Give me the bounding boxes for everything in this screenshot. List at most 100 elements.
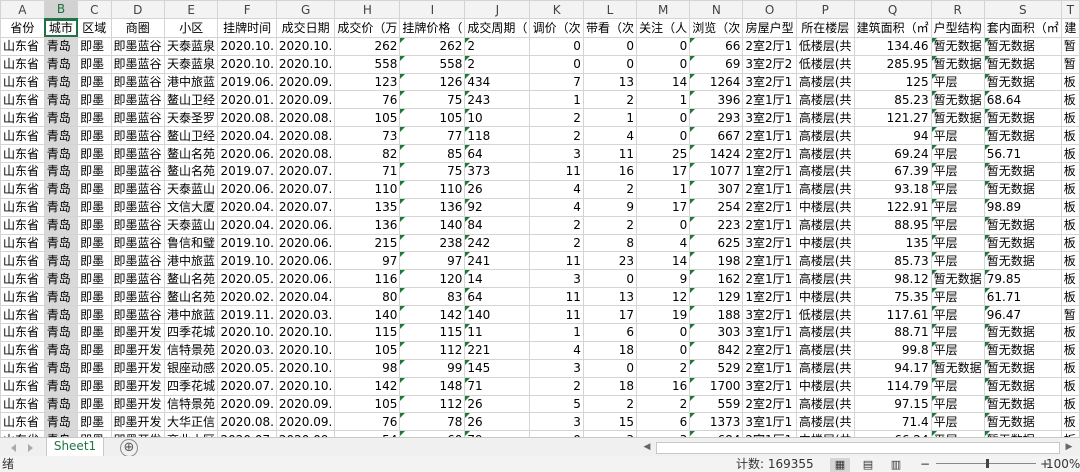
table-cell[interactable]: 2室2厅1 — [742, 340, 797, 360]
table-cell[interactable]: 64 — [464, 144, 531, 164]
table-cell[interactable]: 板 — [1060, 376, 1080, 396]
header-cell[interactable]: 浏览（次 — [689, 18, 744, 38]
table-cell[interactable]: 即墨 — [77, 358, 112, 378]
table-cell[interactable]: 平层 — [930, 162, 985, 181]
header-cell[interactable]: 所在楼层 — [795, 18, 855, 38]
column-header-j[interactable]: J — [464, 0, 531, 20]
table-cell[interactable]: 青岛 — [43, 376, 79, 396]
table-cell[interactable]: 142 — [334, 376, 401, 396]
table-cell[interactable]: 13 — [582, 72, 638, 92]
table-cell[interactable]: 高楼层(共 — [795, 412, 855, 432]
table-cell[interactable]: 高楼层(共 — [795, 144, 855, 164]
table-cell[interactable]: 天泰蓝泉 — [163, 54, 219, 74]
table-cell[interactable]: 2020.08. — [275, 126, 336, 146]
table-cell[interactable]: 12 — [636, 287, 691, 307]
table-cell[interactable]: 0 — [636, 215, 691, 235]
table-cell[interactable]: 68.64 — [983, 90, 1062, 110]
column-header-e[interactable]: E — [163, 0, 219, 20]
table-cell[interactable]: 即墨蓝谷 — [110, 251, 165, 271]
table-cell[interactable]: 223 — [689, 215, 744, 235]
table-cell[interactable]: 高楼层(共 — [795, 162, 855, 181]
table-cell[interactable]: 0 — [636, 108, 691, 128]
table-cell[interactable]: 2020.08. — [217, 108, 277, 128]
table-cell[interactable]: 123 — [334, 72, 401, 92]
table-cell[interactable]: 即墨蓝谷 — [110, 108, 165, 128]
add-sheet-button[interactable]: ⊕ — [120, 439, 138, 457]
table-cell[interactable]: 即墨 — [77, 233, 112, 253]
table-cell[interactable]: 青岛 — [43, 323, 79, 342]
table-cell[interactable]: 暂无数据 — [983, 251, 1062, 271]
table-cell[interactable]: 3室2厅1 — [742, 376, 797, 396]
table-cell[interactable]: 青岛 — [43, 358, 79, 378]
table-cell[interactable]: 136 — [399, 197, 466, 217]
table-cell[interactable]: 青岛 — [43, 126, 79, 146]
table-cell[interactable]: 105 — [334, 108, 401, 128]
table-cell[interactable]: 山东省 — [0, 358, 45, 378]
table-cell[interactable]: 暂无数据 — [983, 376, 1062, 396]
table-cell[interactable]: 1 — [636, 179, 691, 199]
table-cell[interactable]: 低楼层(共 — [795, 36, 855, 56]
table-cell[interactable]: 110 — [334, 179, 401, 199]
table-cell[interactable]: 即墨 — [77, 394, 112, 414]
table-cell[interactable]: 平层 — [930, 340, 985, 360]
table-cell[interactable]: 198 — [689, 251, 744, 271]
table-cell[interactable]: 平层 — [930, 126, 985, 146]
table-cell[interactable]: 120 — [399, 269, 466, 289]
table-cell[interactable]: 天泰蓝山 — [163, 215, 219, 235]
table-cell[interactable]: 25 — [636, 144, 691, 164]
table-cell[interactable]: 71 — [334, 162, 401, 181]
table-cell[interactable]: 79.85 — [983, 269, 1062, 289]
table-cell[interactable]: 17 — [636, 197, 691, 217]
table-cell[interactable]: 即墨 — [77, 144, 112, 164]
table-cell[interactable]: 17 — [582, 305, 638, 325]
table-cell[interactable]: 山东省 — [0, 376, 45, 396]
table-cell[interactable]: 暂无数据 — [930, 108, 985, 128]
table-cell[interactable]: 188 — [689, 305, 744, 325]
table-cell[interactable]: 2020.03. — [217, 340, 277, 360]
table-cell[interactable]: 2 — [529, 376, 584, 396]
table-cell[interactable]: 鳌山名苑 — [163, 269, 219, 289]
column-header-b[interactable]: B — [43, 0, 79, 20]
table-cell[interactable]: 2020.06. — [217, 144, 277, 164]
table-cell[interactable]: 0 — [582, 358, 638, 378]
table-cell[interactable]: 2020.07. — [275, 162, 336, 181]
table-cell[interactable]: 136 — [334, 215, 401, 235]
table-cell[interactable]: 暂无数据 — [983, 358, 1062, 378]
table-cell[interactable]: 2020.04. — [217, 126, 277, 146]
table-cell[interactable]: 26 — [464, 412, 531, 432]
table-cell[interactable]: 即墨 — [77, 162, 112, 181]
table-cell[interactable]: 2020.05. — [217, 358, 277, 378]
table-cell[interactable]: 山东省 — [0, 126, 45, 146]
table-cell[interactable]: 1 — [582, 108, 638, 128]
table-cell[interactable]: 平层 — [930, 323, 985, 342]
table-cell[interactable]: 即墨 — [77, 126, 112, 146]
table-cell[interactable]: 75.35 — [853, 287, 932, 307]
table-cell[interactable]: 2020.06. — [275, 215, 336, 235]
table-cell[interactable]: 0 — [636, 323, 691, 342]
table-cell[interactable]: 112 — [399, 340, 466, 360]
table-cell[interactable]: 银座动感 — [163, 358, 219, 378]
table-cell[interactable]: 即墨蓝谷 — [110, 269, 165, 289]
table-cell[interactable]: 26 — [464, 179, 531, 199]
table-cell[interactable]: 6 — [582, 323, 638, 342]
table-cell[interactable]: 山东省 — [0, 179, 45, 199]
table-cell[interactable]: 117.61 — [853, 305, 932, 325]
column-header-k[interactable]: K — [529, 0, 584, 20]
table-cell[interactable]: 83 — [399, 287, 466, 307]
table-cell[interactable]: 平层 — [930, 197, 985, 217]
table-cell[interactable]: 2020.10. — [275, 358, 336, 378]
table-cell[interactable]: 暂无数据 — [930, 36, 985, 56]
table-cell[interactable]: 71.4 — [853, 412, 932, 432]
table-cell[interactable]: 88.71 — [853, 323, 932, 342]
table-cell[interactable]: 145 — [464, 358, 531, 378]
table-cell[interactable]: 99 — [399, 358, 466, 378]
table-cell[interactable]: 山东省 — [0, 323, 45, 342]
table-cell[interactable]: 2 — [582, 215, 638, 235]
table-cell[interactable]: 140 — [399, 215, 466, 235]
table-cell[interactable]: 3 — [529, 358, 584, 378]
table-cell[interactable]: 暂 — [1060, 54, 1080, 74]
table-cell[interactable]: 2020.06. — [275, 233, 336, 253]
table-cell[interactable]: 即墨蓝谷 — [110, 162, 165, 181]
table-cell[interactable]: 0 — [582, 269, 638, 289]
table-cell[interactable]: 5 — [529, 394, 584, 414]
